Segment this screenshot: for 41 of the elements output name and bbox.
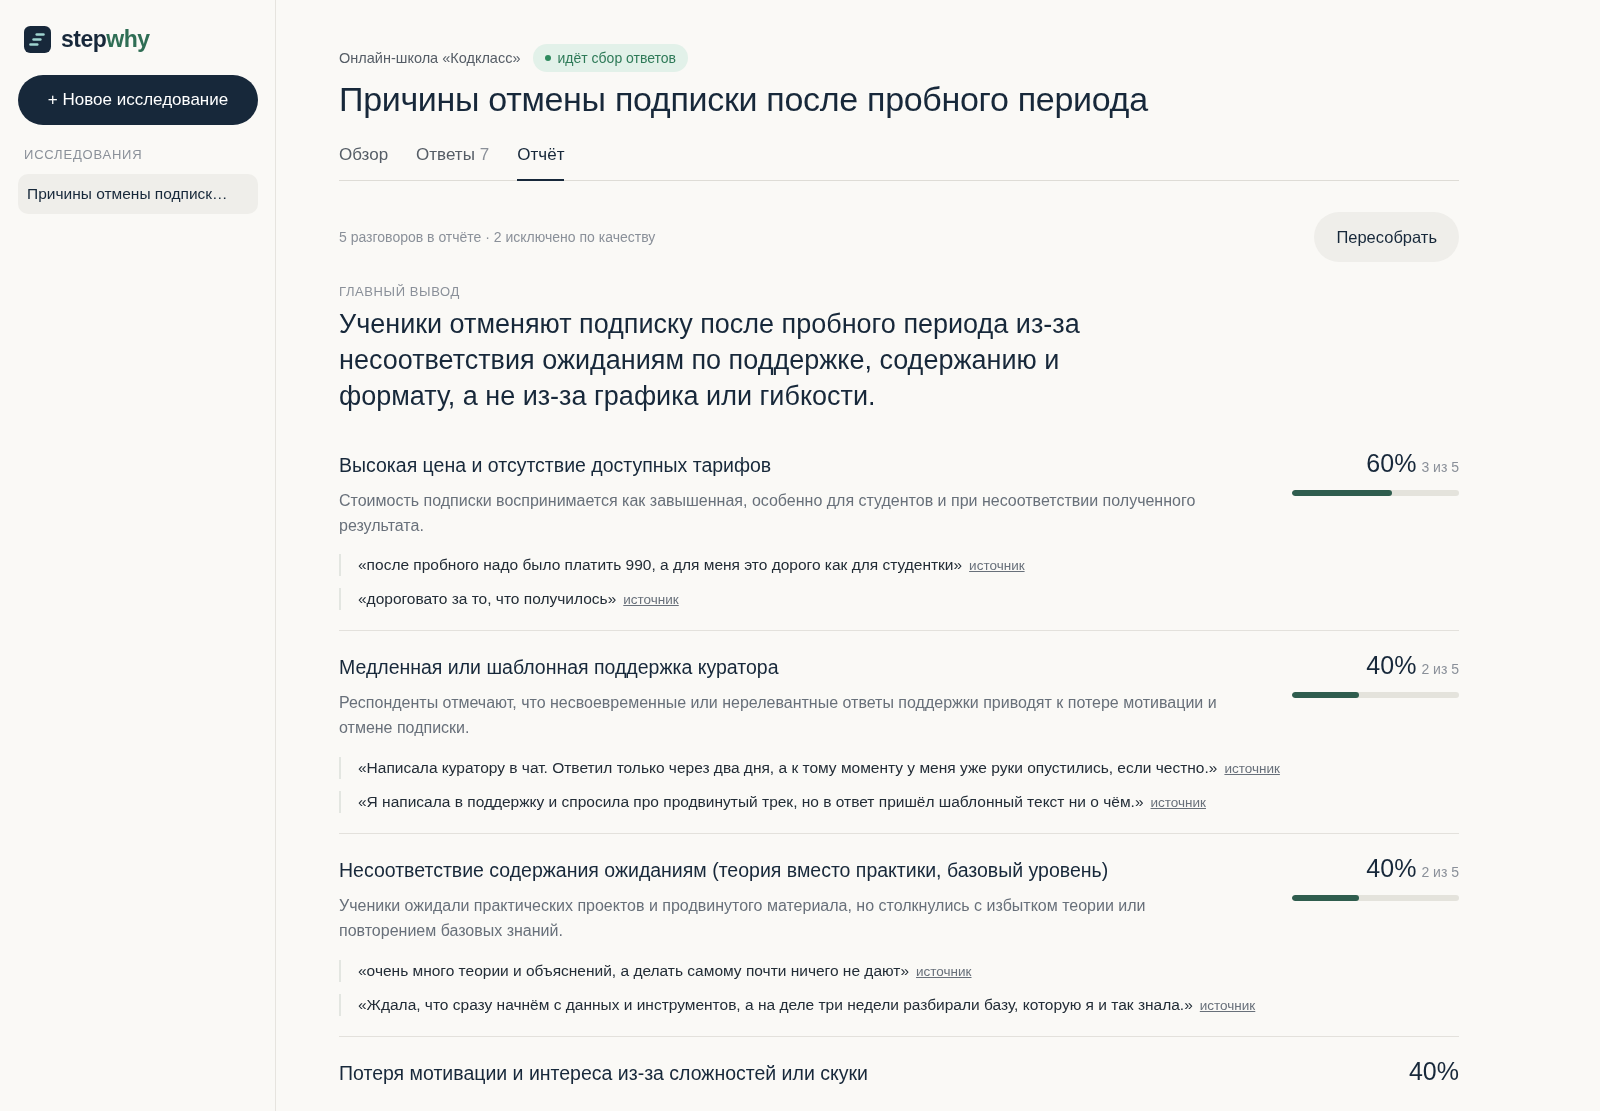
source-link[interactable]: источник: [1199, 997, 1256, 1013]
response-count: 2 из 5: [1421, 661, 1459, 678]
status-badge: идёт сбор ответов: [532, 44, 689, 72]
finding-title: Потеря мотивации и интереса из-за сложностей или скуки: [339, 1061, 869, 1085]
tab[interactable]: Отчёт: [517, 145, 565, 181]
sidebar-item[interactable]: Причины отмены подписк…: [18, 174, 258, 214]
percentage: 60%: [1366, 448, 1417, 478]
source-link[interactable]: источник: [623, 592, 679, 608]
main-conclusion: Ученики отменяют подписку после пробного периода из-за несоответствия ожиданиям по поддержке, содержанию и формату, а не из-за графика или гибкости.: [339, 308, 1081, 413]
new-study-button[interactable]: + Новое исследование: [18, 75, 258, 125]
response-count: 3 из 5: [1421, 458, 1459, 475]
quote-text: «дороговато за то, что получилось»: [358, 590, 617, 608]
section-label: ГЛАВНЫЙ ВЫВОД: [339, 284, 461, 299]
percentage: 40%: [1408, 1056, 1459, 1086]
finding-title: Несоответствие содержания ожиданиям (теория вместо практики, базовый уровень): [339, 858, 1110, 882]
source-link[interactable]: источник: [1224, 760, 1280, 776]
tab[interactable]: Обзор: [339, 145, 389, 181]
source-link[interactable]: источник: [1150, 794, 1206, 810]
organization-name: Онлайн-школа «Кодкласс»: [339, 50, 521, 66]
quote-text: «после пробного надо было платить 990, а для меня это дорого как для студентки»: [358, 556, 963, 574]
finding-description: Стоимость подписки воспринимается как завышенная, особенно для студентов и при несоответствии полученного результата.: [339, 490, 1197, 536]
percentage: 40%: [1366, 651, 1417, 681]
finding-title: Высокая цена и отсутствие доступных тарифов: [339, 453, 773, 477]
source-link[interactable]: источник: [916, 963, 972, 979]
quote-text: «очень много теории и объяснений, а делать самому почти ничего не дают»: [358, 961, 909, 979]
page-title: Причины отмены подписки после пробного периода: [339, 80, 1150, 119]
percentage: 40%: [1366, 853, 1417, 883]
report-summary: 5 разговоров в отчёте · 2 исключено по качеству: [339, 229, 656, 245]
section-label: ИССЛЕДОВАНИЯ: [23, 147, 144, 162]
finding-description: Респонденты отмечают, что несвоевременные или нерелевантные ответы поддержки приводят к потере мотивации и отмене подписки.: [339, 693, 1218, 739]
source-link[interactable]: источник: [969, 558, 1025, 574]
quote-text: «Я написала в поддержку и спросила про продвинутый трек, но в ответ пришёл шаблонный текст ни о чём.»: [358, 792, 1144, 810]
tab[interactable]: Ответы 7: [416, 145, 490, 181]
response-count: 2 из 5: [1421, 863, 1459, 880]
finding-description: Ученики ожидали практических проектов и продвинутого материала, но столкнулись с избытком теории или повторением базовых знаний.: [339, 895, 1147, 941]
logo-icon: [24, 26, 51, 53]
finding-title: Медленная или шаблонная поддержка куратора: [339, 656, 780, 680]
logo-wordmark: stepwhy: [61, 26, 150, 53]
rebuild-button[interactable]: Пересобрать: [1314, 212, 1459, 262]
quote-text: «Написала куратору в чат. Ответил только через два дня, а к тому моменту у меня уже руки опустились, если честно.»: [358, 758, 1218, 776]
quote-text: «Ждала, что сразу начнём с данных и инструментов, а на деле три недели разбирали базу, которую я и так знала.»: [358, 995, 1193, 1013]
